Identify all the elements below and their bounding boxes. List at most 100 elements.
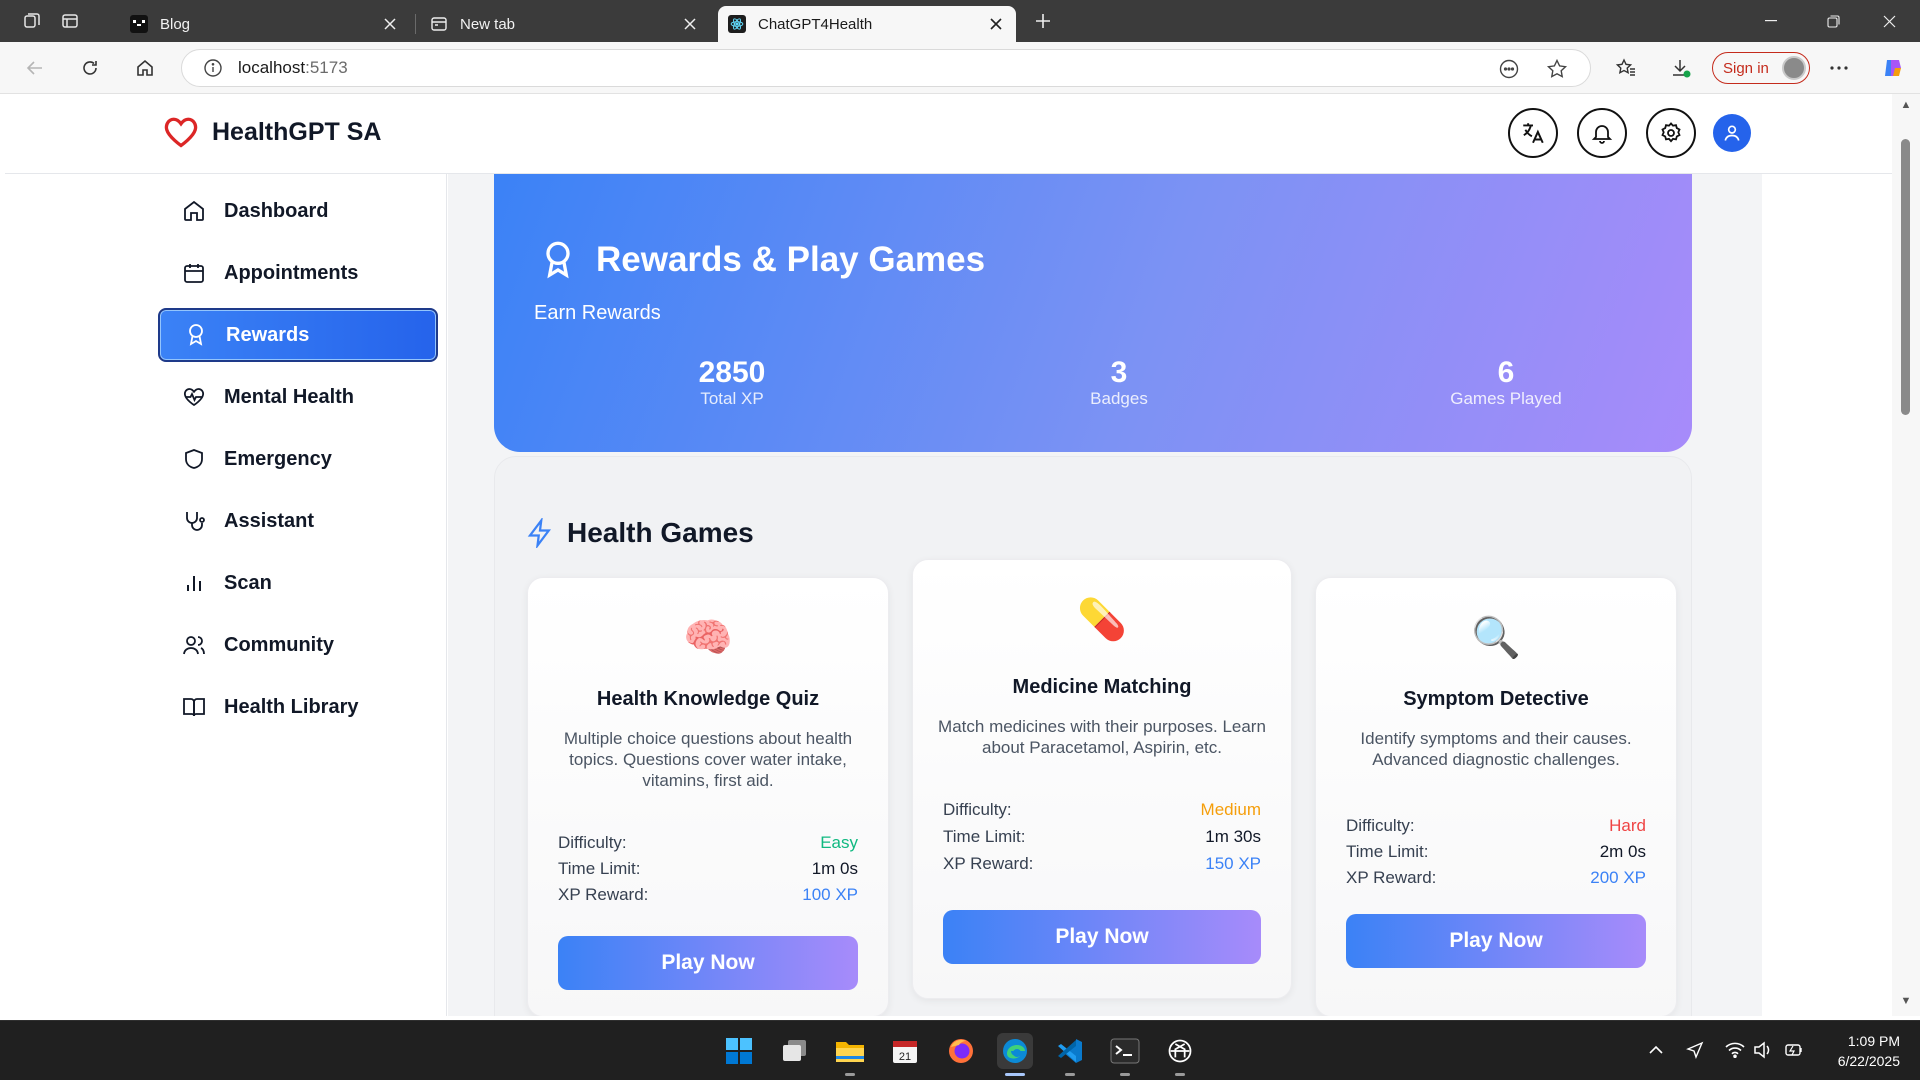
sidebar-item-rewards[interactable]: Rewards <box>158 308 438 362</box>
notifications-button[interactable] <box>1577 108 1627 158</box>
shield-icon <box>181 446 207 472</box>
volume-icon[interactable] <box>1752 1039 1774 1061</box>
scrollbar-thumb[interactable] <box>1901 139 1910 415</box>
file-explorer-icon[interactable] <box>832 1033 868 1076</box>
time-limit-label: Time Limit: <box>1346 842 1429 861</box>
xp-reward-value: 100 XP <box>802 885 858 904</box>
refresh-icon[interactable] <box>74 52 106 84</box>
page-scrollbar[interactable]: ▲ ▼ <box>1892 94 1920 1016</box>
new-tab-favicon-icon <box>430 15 448 33</box>
sidebar-item-label: Community <box>224 633 334 656</box>
sidebar-item-mental-health[interactable]: Mental Health <box>158 370 438 424</box>
sidebar-item-assistant[interactable]: Assistant <box>158 494 438 548</box>
favorites-icon[interactable] <box>1610 52 1642 84</box>
restore-window-icon[interactable] <box>1802 0 1864 42</box>
stat-games-played: 6 Games Played <box>1406 356 1606 409</box>
location-icon[interactable] <box>1684 1039 1706 1061</box>
tab-chatgpt4health[interactable]: ChatGPT4Health <box>718 6 1016 42</box>
game-card-health-knowledge-quiz: 🧠 Health Knowledge Quiz Multiple choice … <box>527 577 889 1016</box>
game-description: Match medicines with their purposes. Lea… <box>938 717 1266 757</box>
sidebar-item-health-library[interactable]: Health Library <box>158 680 438 734</box>
vscode-icon[interactable] <box>1052 1033 1088 1076</box>
wifi-icon[interactable] <box>1724 1039 1746 1061</box>
difficulty-row: Difficulty: Medium <box>943 800 1261 820</box>
favorite-star-icon[interactable] <box>1544 56 1570 82</box>
page-title-text: Rewards & Play Games <box>596 240 986 279</box>
more-options-icon[interactable] <box>1823 52 1855 84</box>
close-tab-icon[interactable] <box>986 14 1006 34</box>
close-window-icon[interactable] <box>1858 0 1920 42</box>
workspaces-icon[interactable] <box>18 8 46 34</box>
firefox-icon[interactable] <box>943 1033 979 1069</box>
time-limit-row: Time Limit: 1m 30s <box>943 827 1261 847</box>
address-bar[interactable]: localhost:5173 <box>181 49 1591 87</box>
play-now-button[interactable]: Play Now <box>558 936 858 990</box>
calendar-app-icon[interactable]: 21 <box>887 1033 923 1069</box>
copilot-icon[interactable] <box>1877 52 1909 84</box>
time-limit-label: Time Limit: <box>943 827 1026 846</box>
sidebar-item-appointments[interactable]: Appointments <box>158 246 438 300</box>
translate-button[interactable] <box>1508 108 1558 158</box>
time-limit-label: Time Limit: <box>558 859 641 878</box>
sidebar-item-label: Rewards <box>226 323 310 346</box>
running-indicator <box>1065 1073 1075 1076</box>
close-tab-icon[interactable] <box>680 14 700 34</box>
xp-reward-row: XP Reward: 100 XP <box>558 885 858 905</box>
sidebar-item-scan[interactable]: Scan <box>158 556 438 610</box>
home-icon[interactable] <box>129 52 161 84</box>
time-limit-value: 1m 30s <box>1205 827 1261 846</box>
tab-new-tab[interactable]: New tab <box>420 6 710 42</box>
sidebar-item-emergency[interactable]: Emergency <box>158 432 438 486</box>
difficulty-label: Difficulty: <box>943 800 1012 819</box>
tab-actions-icon[interactable] <box>56 8 84 34</box>
user-icon <box>1724 125 1740 141</box>
downloads-icon[interactable] <box>1665 52 1697 84</box>
sidebar-item-community[interactable]: Community <box>158 618 438 672</box>
terminal-icon[interactable] <box>1107 1033 1143 1076</box>
sidebar-item-label: Scan <box>224 571 272 594</box>
sidebar-item-label: Mental Health <box>224 385 355 408</box>
settings-button[interactable] <box>1646 108 1696 158</box>
tab-blog[interactable]: Blog <box>120 6 410 42</box>
difficulty-value: Easy <box>820 833 858 852</box>
game-title: Symptom Detective <box>1403 688 1589 710</box>
battery-icon[interactable] <box>1783 1039 1805 1061</box>
scroll-down-icon[interactable]: ▼ <box>1899 994 1913 1008</box>
play-now-button[interactable]: Play Now <box>1346 914 1646 968</box>
back-arrow-icon[interactable] <box>19 52 51 84</box>
award-icon <box>546 241 570 279</box>
new-tab-button[interactable] <box>1029 8 1057 34</box>
stat-label: Badges <box>1090 389 1148 408</box>
difficulty-row: Difficulty: Hard <box>1346 816 1646 836</box>
chatgpt-app-icon[interactable] <box>1162 1033 1198 1076</box>
scroll-up-icon[interactable]: ▲ <box>1899 98 1913 112</box>
xp-reward-value: 200 XP <box>1590 868 1646 887</box>
sidebar-item-label: Emergency <box>224 447 332 470</box>
difficulty-label: Difficulty: <box>1346 816 1415 835</box>
brand[interactable]: HealthGPT SA <box>162 114 381 150</box>
stat-badges: 3 Badges <box>1019 356 1219 409</box>
task-view-icon[interactable] <box>777 1033 813 1069</box>
reading-mode-icon[interactable] <box>1496 56 1522 82</box>
windows-start-icon[interactable] <box>721 1033 757 1069</box>
lightning-icon <box>527 518 551 548</box>
close-tab-icon[interactable] <box>380 14 400 34</box>
difficulty-label: Difficulty: <box>558 833 627 852</box>
play-now-button[interactable]: Play Now <box>943 910 1261 964</box>
stat-label: Total XP <box>700 389 764 408</box>
game-card-symptom-detective: 🔍 Symptom Detective Identify symptoms an… <box>1315 577 1677 1016</box>
edge-browser-icon[interactable] <box>997 1033 1033 1076</box>
sign-in-button[interactable]: Sign in <box>1712 52 1810 84</box>
section-heading: Health Games <box>525 517 754 549</box>
minimize-window-icon[interactable] <box>1740 0 1802 42</box>
site-info-icon[interactable] <box>202 57 224 79</box>
stat-value: 6 <box>1497 356 1515 389</box>
show-hidden-icons-chevron-icon[interactable] <box>1645 1039 1667 1061</box>
users-icon <box>181 632 207 658</box>
system-clock[interactable]: 1:09 PM 6/22/2025 <box>1810 1031 1900 1071</box>
user-avatar-button[interactable] <box>1713 114 1751 152</box>
sidebar-item-dashboard[interactable]: Dashboard <box>158 184 438 238</box>
sidebar-item-label: Assistant <box>224 509 315 532</box>
active-indicator <box>1005 1073 1025 1076</box>
game-title: Medicine Matching <box>1012 676 1192 698</box>
